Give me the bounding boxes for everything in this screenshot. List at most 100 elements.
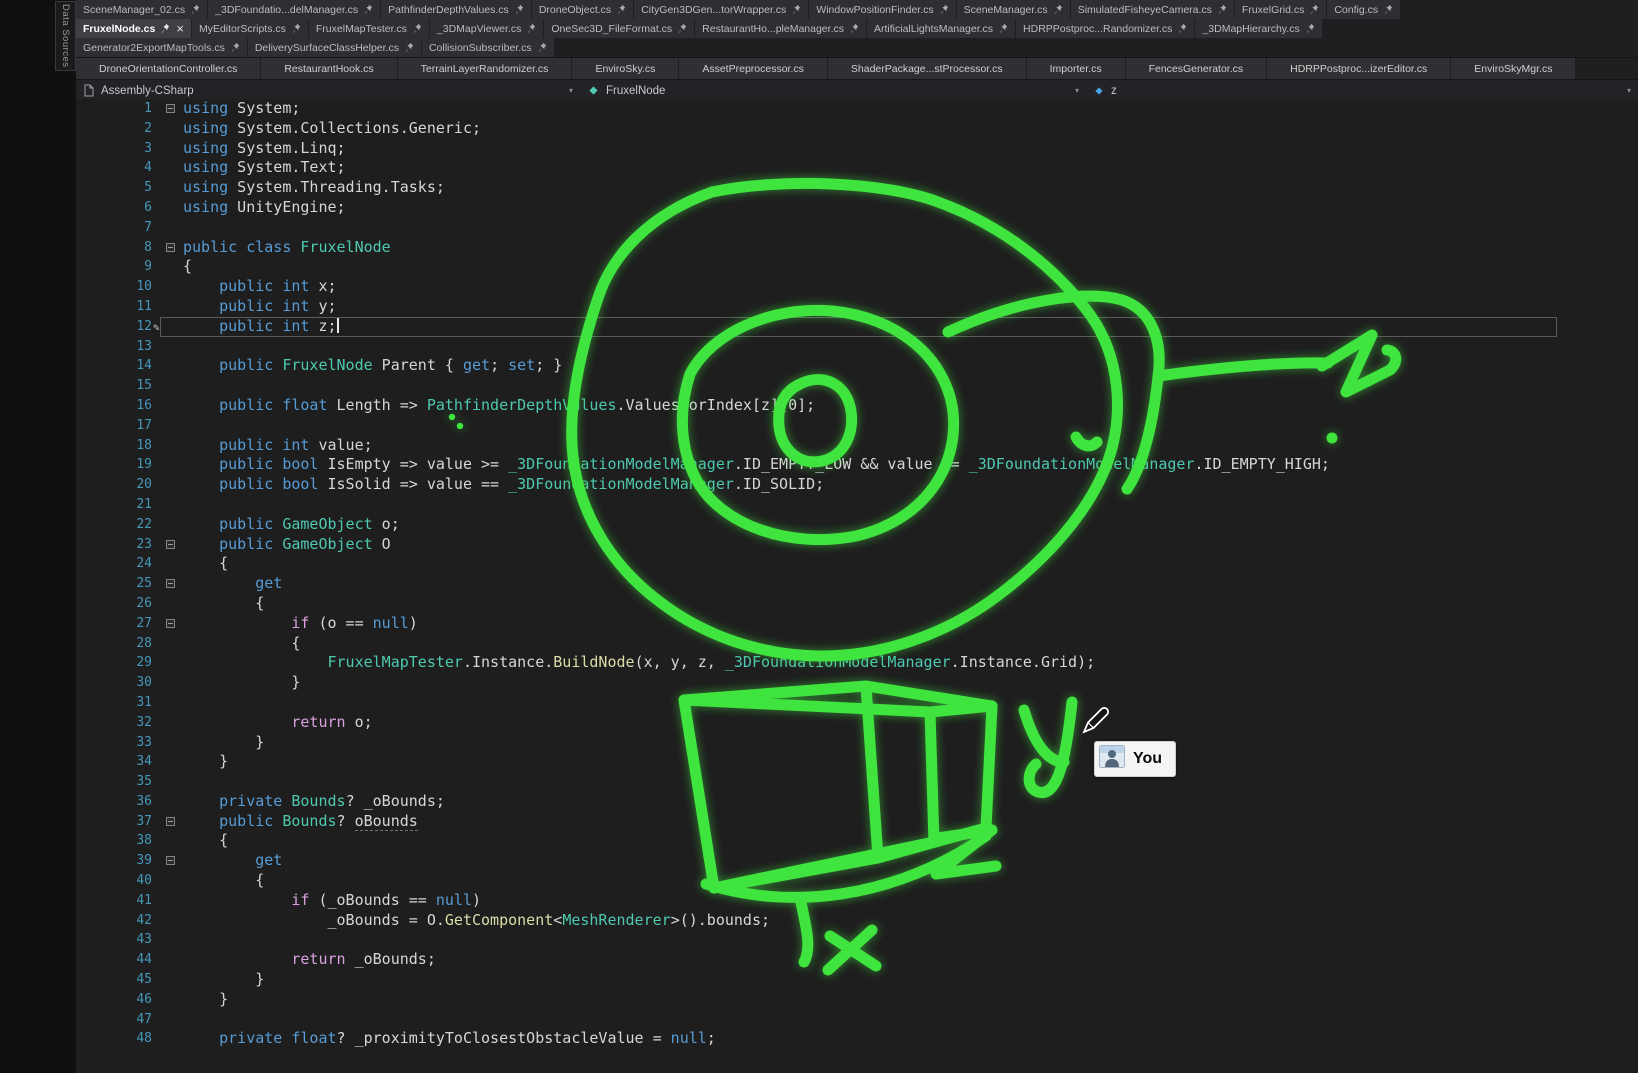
tab-SimulatedFisheyeCamera.cs[interactable]: SimulatedFisheyeCamera.cs — [1071, 0, 1234, 19]
line-number[interactable]: 29 — [76, 653, 152, 673]
chevron-down-icon[interactable]: ▾ — [569, 86, 580, 95]
code-line-8[interactable]: 8public class FruxelNode — [76, 238, 1638, 258]
pin-icon[interactable] — [617, 4, 626, 15]
line-number[interactable]: 45 — [76, 970, 152, 990]
pin-icon[interactable] — [1178, 23, 1187, 34]
fold-collapse-icon[interactable] — [166, 243, 175, 252]
tab-Importer.cs[interactable]: Importer.cs — [1027, 58, 1125, 79]
code-line-20[interactable]: 20 public bool IsSolid => value == _3DFo… — [76, 475, 1638, 495]
code-line-5[interactable]: 5using System.Threading.Tasks; — [76, 178, 1638, 198]
tab-FencesGenerator.cs[interactable]: FencesGenerator.cs — [1126, 58, 1267, 79]
pin-icon[interactable] — [527, 23, 536, 34]
line-number[interactable]: 44 — [76, 950, 152, 970]
line-number[interactable]: 3 — [76, 139, 152, 159]
line-number[interactable]: 22 — [76, 515, 152, 535]
tab-DroneObject.cs[interactable]: DroneObject.cs — [532, 0, 633, 19]
code-line-4[interactable]: 4using System.Text; — [76, 158, 1638, 178]
pin-icon[interactable] — [1218, 4, 1227, 15]
pin-icon[interactable] — [1306, 23, 1315, 34]
code-line-39[interactable]: 39 get — [76, 851, 1638, 871]
line-number[interactable]: 16 — [76, 396, 152, 416]
line-number[interactable]: 10 — [76, 277, 152, 297]
line-number[interactable]: 47 — [76, 1010, 152, 1030]
tab-WindowPositionFinder.cs[interactable]: WindowPositionFinder.cs — [809, 0, 955, 19]
code-line-3[interactable]: 3using System.Linq; — [76, 139, 1638, 159]
code-line-26[interactable]: 26 { — [76, 594, 1638, 614]
pin-icon[interactable] — [1384, 4, 1393, 15]
tab-OneSec3D_FileFormat.cs[interactable]: OneSec3D_FileFormat.cs — [544, 19, 694, 38]
code-editor[interactable]: 1using System;2using System.Collections.… — [76, 99, 1638, 1073]
line-number[interactable]: 11 — [76, 297, 152, 317]
code-line-17[interactable]: 17 — [76, 416, 1638, 436]
close-icon[interactable]: × — [176, 22, 184, 35]
chevron-down-icon[interactable]: ▾ — [1075, 86, 1086, 95]
tab-SceneManager_02.cs[interactable]: SceneManager_02.cs — [76, 0, 207, 19]
code-line-10[interactable]: 10 public int x; — [76, 277, 1638, 297]
code-line-28[interactable]: 28 { — [76, 634, 1638, 654]
line-number[interactable]: 27 — [76, 614, 152, 634]
line-number[interactable]: 39 — [76, 851, 152, 871]
pin-icon[interactable] — [405, 42, 414, 53]
pin-icon[interactable] — [292, 23, 301, 34]
code-line-9[interactable]: 9{ — [76, 257, 1638, 277]
tab-_3DFoundatio...delManager.cs[interactable]: _3DFoundatio...delManager.cs — [208, 0, 380, 19]
code-line-37[interactable]: 37 public Bounds? oBounds — [76, 812, 1638, 832]
tab-ShaderPackage...stProcessor.cs[interactable]: ShaderPackage...stProcessor.cs — [828, 58, 1026, 79]
code-line-33[interactable]: 33 } — [76, 733, 1638, 753]
pin-icon[interactable] — [231, 42, 240, 53]
code-line-23[interactable]: 23 public GameObject O — [76, 535, 1638, 555]
tab-EnviroSky.cs[interactable]: EnviroSky.cs — [572, 58, 678, 79]
pin-icon[interactable] — [850, 23, 859, 34]
code-line-44[interactable]: 44 return _oBounds; — [76, 950, 1638, 970]
pin-icon[interactable] — [678, 23, 687, 34]
line-number[interactable]: 42 — [76, 911, 152, 931]
pin-icon[interactable] — [999, 23, 1008, 34]
tab-Config.cs[interactable]: Config.cs — [1327, 0, 1400, 19]
line-number[interactable]: 15 — [76, 376, 152, 396]
fold-collapse-icon[interactable] — [166, 540, 175, 549]
code-line-32[interactable]: 32 return o; — [76, 713, 1638, 733]
pin-icon[interactable] — [191, 4, 200, 15]
code-line-38[interactable]: 38 { — [76, 831, 1638, 851]
type-dropdown[interactable]: FruxelNode ▾ — [580, 80, 1086, 101]
tab-MyEditorScripts.cs[interactable]: MyEditorScripts.cs — [192, 19, 308, 38]
code-line-48[interactable]: 48 private float? _proximityToClosestObs… — [76, 1029, 1638, 1049]
tab-HDRPPostproc...izerEditor.cs[interactable]: HDRPPostproc...izerEditor.cs — [1267, 58, 1450, 79]
code-line-18[interactable]: 18 public int value; — [76, 436, 1638, 456]
code-line-27[interactable]: 27 if (o == null) — [76, 614, 1638, 634]
pin-icon[interactable] — [940, 4, 949, 15]
code-line-7[interactable]: 7 — [76, 218, 1638, 238]
pin-icon[interactable] — [161, 23, 170, 34]
code-line-1[interactable]: 1using System; — [76, 99, 1638, 119]
pin-icon[interactable] — [364, 4, 373, 15]
code-line-25[interactable]: 25 get — [76, 574, 1638, 594]
code-line-19[interactable]: 19 public bool IsEmpty => value >= _3DFo… — [76, 455, 1638, 475]
line-number[interactable]: 24 — [76, 554, 152, 574]
pin-icon[interactable] — [515, 4, 524, 15]
pin-icon[interactable] — [413, 23, 422, 34]
tab-ArtificialLightsManager.cs[interactable]: ArtificialLightsManager.cs — [867, 19, 1015, 38]
line-number[interactable]: 6 — [76, 198, 152, 218]
chevron-down-icon[interactable]: ▾ — [1627, 86, 1638, 95]
tab-CityGen3DGen...torWrapper.cs[interactable]: CityGen3DGen...torWrapper.cs — [634, 0, 808, 19]
tab-HDRPPostproc...Randomizer.cs[interactable]: HDRPPostproc...Randomizer.cs — [1016, 19, 1194, 38]
tab-CollisionSubscriber.cs[interactable]: CollisionSubscriber.cs — [422, 38, 554, 57]
tab-Generator2ExportMapTools.cs[interactable]: Generator2ExportMapTools.cs — [76, 38, 247, 57]
line-number[interactable]: 48 — [76, 1029, 152, 1049]
fold-collapse-icon[interactable] — [166, 817, 175, 826]
code-line-45[interactable]: 45 } — [76, 970, 1638, 990]
line-number[interactable]: 2 — [76, 119, 152, 139]
code-line-14[interactable]: 14 public FruxelNode Parent { get; set; … — [76, 356, 1638, 376]
tab-_3DMapViewer.cs[interactable]: _3DMapViewer.cs — [430, 19, 543, 38]
code-line-2[interactable]: 2using System.Collections.Generic; — [76, 119, 1638, 139]
line-number[interactable]: 26 — [76, 594, 152, 614]
code-line-34[interactable]: 34 } — [76, 752, 1638, 772]
tab-DroneOrientationController.cs[interactable]: DroneOrientationController.cs — [76, 58, 260, 79]
line-number[interactable]: 30 — [76, 673, 152, 693]
code-line-15[interactable]: 15 — [76, 376, 1638, 396]
line-number[interactable]: 12 — [76, 317, 152, 337]
line-number[interactable]: 36 — [76, 792, 152, 812]
code-line-21[interactable]: 21 — [76, 495, 1638, 515]
code-line-43[interactable]: 43 — [76, 930, 1638, 950]
line-number[interactable]: 20 — [76, 475, 152, 495]
